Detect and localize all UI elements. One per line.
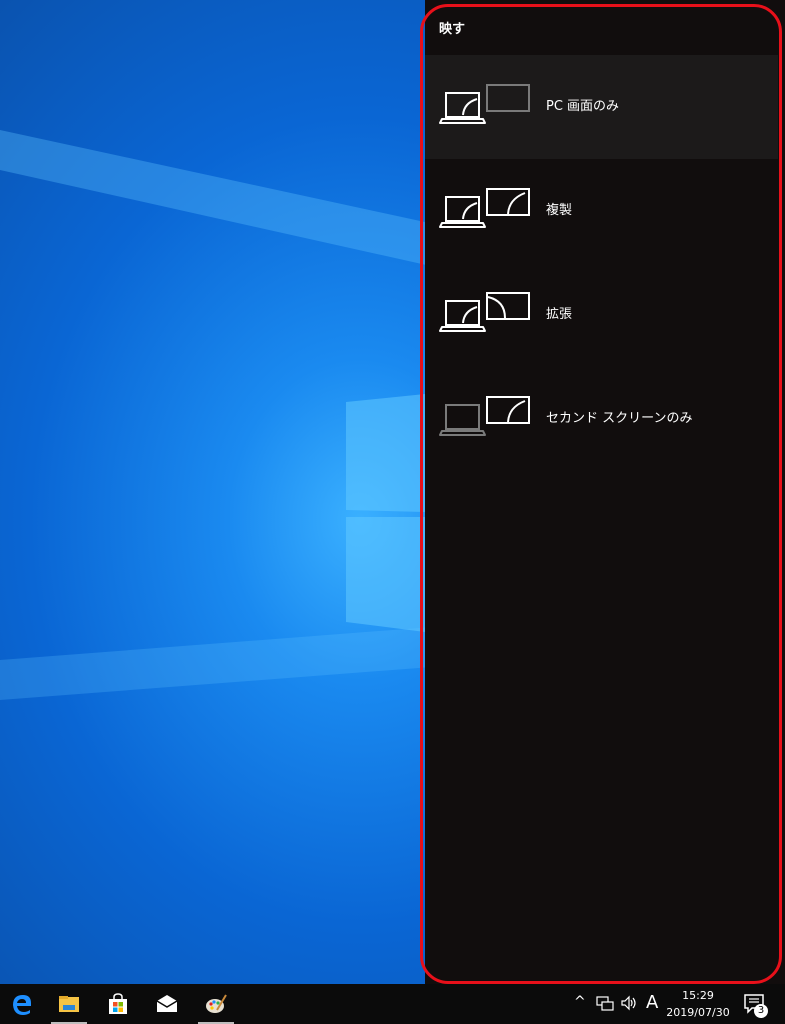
network-icon[interactable] bbox=[596, 996, 614, 1012]
pc-screen-only-icon bbox=[439, 84, 530, 124]
clock[interactable]: 15:29 2019/07/30 bbox=[660, 987, 736, 1021]
clock-date: 2019/07/30 bbox=[666, 1006, 730, 1019]
file-explorer-icon bbox=[59, 996, 79, 1012]
edge-icon bbox=[13, 995, 31, 1015]
taskbar-app-file-explorer[interactable] bbox=[47, 984, 91, 1024]
mail-icon bbox=[156, 995, 178, 1012]
second-screen-only-icon bbox=[439, 396, 530, 436]
taskbar-app-paint[interactable] bbox=[194, 984, 238, 1024]
option-label: セカンド スクリーンのみ bbox=[546, 411, 693, 426]
panel-title: 映す bbox=[439, 22, 466, 37]
paint-icon bbox=[206, 994, 227, 1013]
option-label: PC 画面のみ bbox=[546, 99, 620, 114]
option-second-screen-only[interactable]: セカンド スクリーンのみ bbox=[425, 367, 778, 471]
option-duplicate[interactable]: 複製 bbox=[425, 159, 778, 263]
duplicate-icon bbox=[439, 188, 530, 228]
option-label: 複製 bbox=[546, 203, 573, 218]
taskbar: ^ A 15:29 2019/07/30 bbox=[0, 984, 785, 1024]
option-extend[interactable]: 拡張 bbox=[425, 263, 778, 367]
extend-icon bbox=[439, 292, 530, 332]
option-label: 拡張 bbox=[546, 307, 573, 322]
taskbar-app-store[interactable] bbox=[96, 984, 140, 1024]
taskbar-app-mail[interactable] bbox=[145, 984, 189, 1024]
option-pc-screen-only[interactable]: PC 画面のみ bbox=[425, 55, 778, 159]
ime-indicator[interactable]: A bbox=[646, 992, 658, 1013]
project-panel: 映す PC 画面のみ 複製 拡張 セカンド スクリーンのみ bbox=[425, 0, 785, 984]
show-hidden-icons-chevron-up-icon[interactable]: ^ bbox=[574, 994, 586, 1010]
clock-time: 15:29 bbox=[682, 989, 714, 1002]
store-icon bbox=[109, 993, 127, 1014]
taskbar-app-edge[interactable] bbox=[0, 984, 44, 1024]
notification-count-badge: 3 bbox=[754, 1004, 768, 1018]
volume-icon[interactable] bbox=[620, 995, 638, 1011]
